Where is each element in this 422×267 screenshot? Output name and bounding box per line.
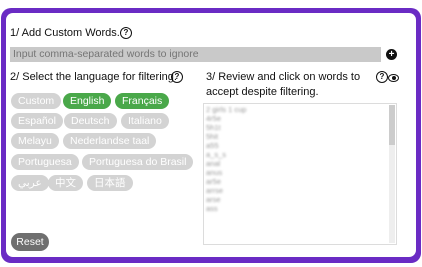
filter-panel-frame: 1/ Add Custom Words. ? + 2/ Select the l… xyxy=(1,8,421,263)
language-pill-francais[interactable]: Français xyxy=(115,93,170,109)
language-pill-deutsch[interactable]: Deutsch xyxy=(64,113,117,129)
filter-panel: 1/ Add Custom Words. ? + 2/ Select the l… xyxy=(6,13,416,257)
list-item[interactable]: 2 girls 1 cup xyxy=(206,105,246,114)
eye-icon[interactable] xyxy=(388,74,399,82)
language-pill-portuguesa-do-brasil[interactable]: Portuguesa do Brasil xyxy=(82,154,194,170)
list-item[interactable]: ass xyxy=(206,204,246,213)
question-circle-icon[interactable]: ? xyxy=(171,71,183,83)
language-pill-custom[interactable]: Custom xyxy=(11,93,62,109)
language-pill-espanol[interactable]: Español xyxy=(11,113,63,129)
reset-button[interactable]: Reset xyxy=(11,233,49,251)
section1-title: 1/ Add Custom Words. xyxy=(10,27,120,39)
list-item[interactable]: 5h1t xyxy=(206,123,246,132)
list-item[interactable]: a_s_s xyxy=(206,150,246,159)
section3-title-line1: 3/ Review and click on words to xyxy=(206,71,361,83)
language-pill-arabic[interactable]: عربي xyxy=(11,175,49,191)
language-pill-portuguesa[interactable]: Portuguesa xyxy=(11,154,79,170)
language-pill-chinese[interactable]: 中文 xyxy=(48,175,83,191)
list-item[interactable]: arse xyxy=(206,195,246,204)
language-pill-italiano[interactable]: Italiano xyxy=(121,113,169,129)
question-circle-icon[interactable]: ? xyxy=(120,27,132,39)
review-word-items: 2 girls 1 cup 4r5e 5h1t 5hit a55 a_s_s a… xyxy=(206,105,246,213)
list-item[interactable]: a55 xyxy=(206,141,246,150)
section2-title: 2/ Select the language for filtering. xyxy=(10,71,177,83)
language-pill-english[interactable]: English xyxy=(63,93,112,109)
review-word-list[interactable]: 2 girls 1 cup 4r5e 5h1t 5hit a55 a_s_s a… xyxy=(203,103,397,245)
list-item[interactable]: anal xyxy=(206,159,246,168)
review-scrollbar[interactable] xyxy=(389,105,395,243)
plus-circle-icon[interactable]: + xyxy=(386,49,397,60)
section3-title-line2: accept despite filtering. xyxy=(206,86,319,98)
list-item[interactable]: arrse xyxy=(206,186,246,195)
list-item[interactable]: 4r5e xyxy=(206,114,246,123)
scrollbar-thumb[interactable] xyxy=(389,105,395,145)
language-pill-nederlandse-taal[interactable]: Nederlandse taal xyxy=(63,133,157,149)
list-item[interactable]: 5hit xyxy=(206,132,246,141)
list-item[interactable]: anus xyxy=(206,168,246,177)
language-pill-japanese[interactable]: 日本語 xyxy=(87,175,133,191)
language-pill-melayu[interactable]: Melayu xyxy=(11,133,59,149)
custom-words-input[interactable] xyxy=(10,47,381,62)
question-circle-icon[interactable]: ? xyxy=(376,71,388,83)
list-item[interactable]: ar5e xyxy=(206,177,246,186)
